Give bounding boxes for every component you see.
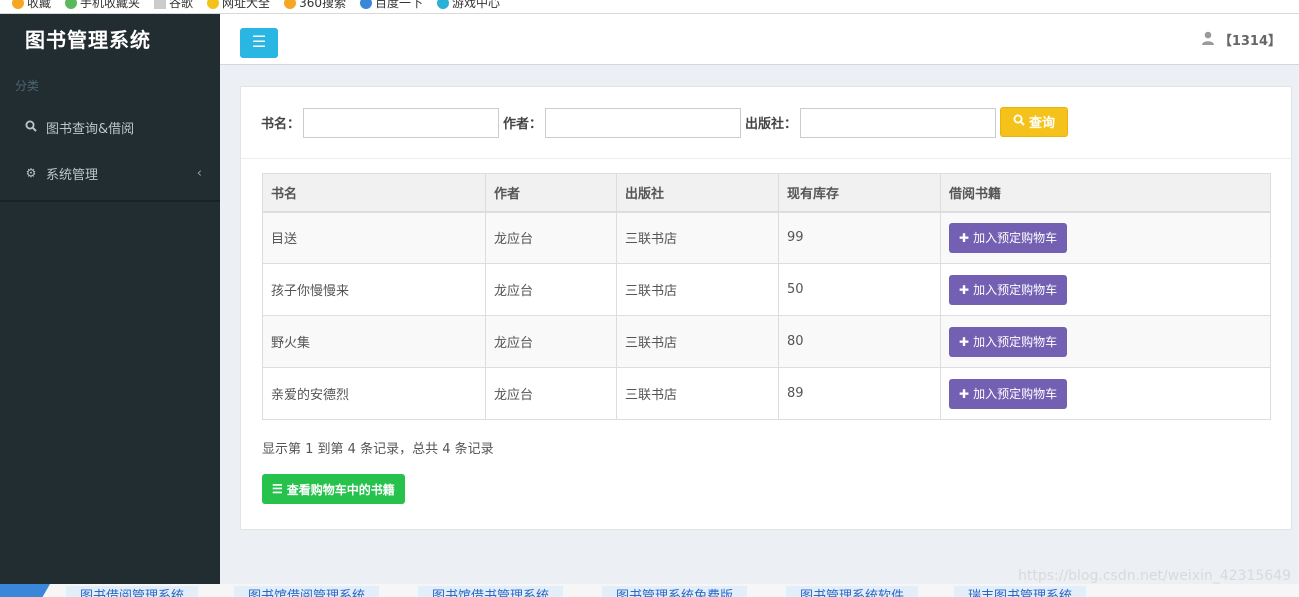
title-label: 书名： [261,117,301,132]
table-header-row: 书名 作者 出版社 现有库存 借阅书籍 [262,173,1271,213]
column-header-stock[interactable]: 现有库存 [778,173,941,213]
page-icon [154,0,167,9]
column-header-title[interactable]: 书名 [262,173,486,213]
publisher-label: 出版社： [745,117,798,132]
bottom-suggestion-tab[interactable]: 瑞丰图书管理系统 [954,586,1087,597]
cell-title: 亲爱的安德烈 [262,367,486,420]
sidebar: 图书管理系统 分类 图书查询&借阅 ⚙ 系统管理 ‹ [0,14,220,584]
cell-author: 龙应台 [485,263,617,316]
book-search-panel: 书名： 作者： 出版社： 查询 书名 作者 出版社 现有库存 借阅书籍 目送 龙… [240,86,1292,530]
sidebar-item-system-admin[interactable]: ⚙ 系统管理 ‹ [0,150,220,196]
phone-icon [65,0,78,9]
cell-publisher: 三联书店 [616,315,779,368]
user-id: 【1314】 [1218,34,1281,49]
sidebar-divider [0,200,220,202]
search-button[interactable]: 查询 [1000,106,1069,137]
cell-title: 野火集 [262,315,486,368]
plus-icon: ✚ [959,282,970,297]
column-header-publisher[interactable]: 出版社 [616,173,779,213]
search-icon [1013,114,1025,129]
publisher-input[interactable] [800,107,997,138]
title-input[interactable] [303,107,500,138]
column-header-author[interactable]: 作者 [485,173,617,213]
site-icon [207,0,220,9]
bookmarks-bar: 收藏 手机收藏夹 谷歌 网址大全 360搜索 百度一下 游戏中心 [0,0,1299,14]
sidebar-item-label: 图书查询&借阅 [46,121,135,137]
bookmark-mobile[interactable]: 手机收藏夹 [65,0,140,11]
cell-author: 龙应台 [485,315,617,368]
plus-icon: ✚ [959,230,970,245]
cell-stock: 80 [778,315,941,368]
paw-icon [359,0,372,9]
bottom-suggestion-tab[interactable]: 图书馆借阅管理系统 [234,586,380,597]
app-title[interactable]: 图书管理系统 [0,14,220,66]
watermark: https://blog.csdn.net/weixin_42315649 [1017,568,1291,584]
sidebar-section-label: 分类 [15,79,40,93]
cell-publisher: 三联书店 [616,211,779,264]
menu-icon: ☰ [251,34,267,51]
user-icon [1201,31,1215,49]
gamepad-icon [436,0,449,9]
bottom-suggestion-tab[interactable]: 图书管理系统软件 [786,586,919,597]
add-to-cart-button[interactable]: ✚ 加入预定购物车 [949,222,1068,253]
sidebar-toggle-button[interactable]: ☰ [240,28,278,58]
cell-action: ✚ 加入预定购物车 [940,263,1271,316]
star-icon [12,0,24,9]
cell-title: 目送 [262,211,486,264]
bookmark-sites[interactable]: 网址大全 [207,0,270,11]
bottom-suggestion-tab[interactable]: 图书管理系统免费版 [602,586,748,597]
table-row: 孩子你慢慢来 龙应台 三联书店 50 ✚ 加入预定购物车 [262,263,1271,316]
bookmark-google[interactable]: 谷歌 [154,0,193,11]
cell-stock: 50 [778,263,941,316]
user-menu[interactable]: 【1314】 [1201,30,1281,49]
browser-bottom-bar: 图书借阅管理系统 图书馆借阅管理系统 图书馆借书管理系统 图书管理系统免费版 图… [0,584,1299,597]
cell-publisher: 三联书店 [616,263,779,316]
bottom-suggestion-tab[interactable]: 图书借阅管理系统 [66,586,199,597]
view-cart-button[interactable]: ☰ 查看购物车中的书籍 [262,474,405,504]
pagination-info: 显示第 1 到第 4 条记录，总共 4 条记录 [262,442,494,457]
bookmark-360[interactable]: 360搜索 [284,0,346,11]
search-icon [24,120,38,135]
cell-stock: 99 [778,211,941,264]
cell-action: ✚ 加入预定购物车 [940,211,1271,264]
360-icon [284,0,297,9]
table-row: 目送 龙应台 三联书店 99 ✚ 加入预定购物车 [262,211,1271,264]
bookmark-games[interactable]: 游戏中心 [436,0,500,11]
cell-author: 龙应台 [485,367,617,420]
column-header-borrow: 借阅书籍 [940,173,1271,213]
add-to-cart-button[interactable]: ✚ 加入预定购物车 [949,326,1068,357]
cell-publisher: 三联书店 [616,367,779,420]
add-to-cart-button[interactable]: ✚ 加入预定购物车 [949,378,1068,409]
cell-author: 龙应台 [485,211,617,264]
bottom-suggestion-tab[interactable]: 图书馆借书管理系统 [418,586,564,597]
author-label: 作者： [503,117,543,132]
chevron-left-icon: ‹ [196,165,202,181]
sidebar-item-label: 系统管理 [46,167,99,183]
bookmark-baidu[interactable]: 百度一下 [359,0,423,11]
bookmark-favorites[interactable]: 收藏 [12,0,51,11]
author-input[interactable] [545,107,742,138]
table-row: 亲爱的安德烈 龙应台 三联书店 89 ✚ 加入预定购物车 [262,367,1271,420]
sidebar-item-book-search[interactable]: 图书查询&借阅 [0,104,220,150]
cell-title: 孩子你慢慢来 [262,263,486,316]
search-icon[interactable] [0,584,50,597]
plus-icon: ✚ [959,386,970,401]
plus-icon: ✚ [959,334,970,349]
list-icon: ☰ [272,482,283,496]
search-form: 书名： 作者： 出版社： 查询 [241,87,1291,159]
cell-action: ✚ 加入预定购物车 [940,315,1271,368]
cell-stock: 89 [778,367,941,420]
top-header: ☰ 【1314】 [220,14,1299,65]
table-row: 野火集 龙应台 三联书店 80 ✚ 加入预定购物车 [262,315,1271,368]
add-to-cart-button[interactable]: ✚ 加入预定购物车 [949,274,1068,305]
cell-action: ✚ 加入预定购物车 [940,367,1271,420]
gear-icon: ⚙ [25,166,37,180]
books-table: 书名 作者 出版社 现有库存 借阅书籍 目送 龙应台 三联书店 99 ✚ 加入预定… [262,173,1271,420]
